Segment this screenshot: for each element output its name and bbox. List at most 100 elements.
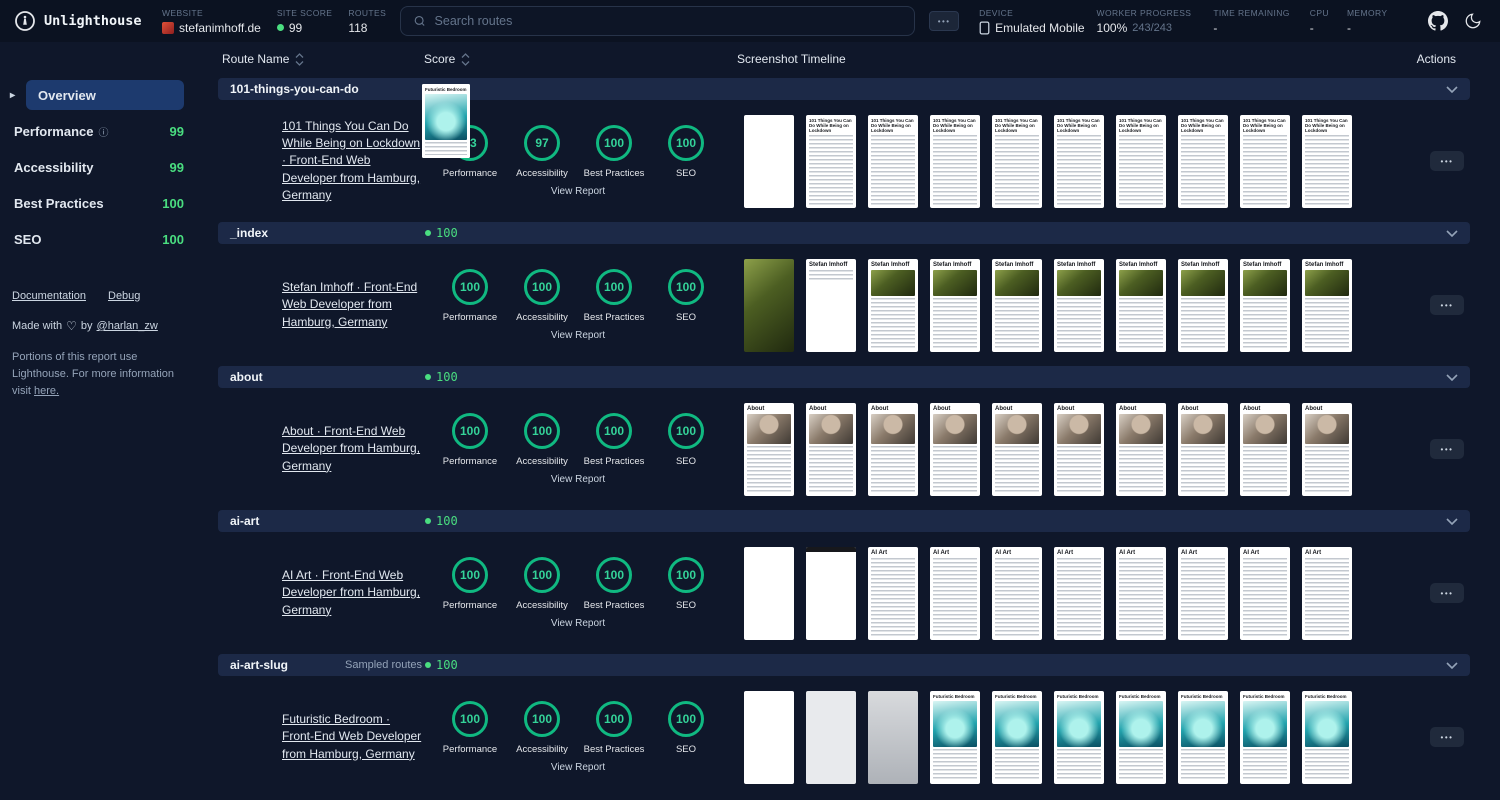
row-actions-button[interactable]: ••• [1430, 295, 1464, 315]
timeline-screenshot[interactable]: About [1116, 402, 1166, 496]
timeline-screenshot[interactable]: AI Art [930, 546, 980, 640]
route-group-header[interactable]: _index 100 [218, 222, 1470, 244]
github-icon[interactable] [1428, 11, 1448, 31]
route-group-header[interactable]: about 100 [218, 366, 1470, 388]
timeline-screenshot[interactable]: About [744, 402, 794, 496]
timeline-screenshot[interactable]: 101 Things You Can Do While Being on Loc… [1302, 114, 1352, 208]
author-link[interactable]: @harlan_zw [97, 320, 158, 332]
column-route-name[interactable]: Route Name [222, 52, 304, 66]
timeline-screenshot[interactable] [806, 546, 856, 640]
timeline-screenshot[interactable]: Futuristic Bedroom [1240, 690, 1290, 784]
route-title-link[interactable]: Futuristic Bedroom · Front-End Web Devel… [282, 711, 422, 763]
timeline-screenshot[interactable]: Stefan Imhoff [1178, 258, 1228, 352]
timeline-screenshot[interactable]: Futuristic Bedroom [1178, 690, 1228, 784]
timeline-screenshot[interactable] [744, 690, 794, 784]
timeline-screenshot[interactable]: About [806, 402, 856, 496]
timeline-screenshot[interactable]: AI Art [868, 546, 918, 640]
timeline-screenshot[interactable]: Stefan Imhoff [1240, 258, 1290, 352]
route-title-link[interactable]: 101 Things You Can Do While Being on Loc… [282, 118, 422, 205]
timeline-screenshot[interactable] [868, 690, 918, 784]
more-options-button[interactable]: ••• [929, 11, 960, 31]
sidebar-item-seo[interactable]: SEO 100 [0, 224, 184, 254]
row-actions-button[interactable]: ••• [1430, 727, 1464, 747]
documentation-link[interactable]: Documentation [12, 290, 86, 302]
search-box[interactable] [400, 6, 916, 36]
timeline-screenshot[interactable]: Stefan Imhoff [992, 258, 1042, 352]
route-group-header[interactable]: ai-art 100 [218, 510, 1470, 532]
chevron-down-icon[interactable] [1446, 86, 1458, 93]
timeline-screenshot[interactable] [806, 690, 856, 784]
timeline-screenshot[interactable]: About [1302, 402, 1352, 496]
info-icon[interactable]: ⓘ [98, 124, 108, 139]
route-group-header[interactable]: ai-art-slug Sampled routes 100 [218, 654, 1470, 676]
timeline-screenshot[interactable]: About [930, 402, 980, 496]
view-report-link[interactable]: View Report [551, 762, 605, 773]
timeline-screenshot[interactable]: AI Art [992, 546, 1042, 640]
timeline-screenshot[interactable]: 101 Things You Can Do While Being on Loc… [868, 114, 918, 208]
route-title-link[interactable]: About · Front-End Web Developer from Ham… [282, 423, 422, 475]
route-title-cell: About · Front-End Web Developer from Ham… [282, 423, 432, 475]
row-actions-button[interactable]: ••• [1430, 439, 1464, 459]
timeline-screenshot[interactable]: About [992, 402, 1042, 496]
timeline-screenshot[interactable] [744, 546, 794, 640]
sidebar-item-overview[interactable]: ▸ Overview [10, 80, 184, 110]
row-actions-button[interactable]: ••• [1430, 151, 1464, 171]
screenshot-thumbnail[interactable]: Futuristic Bedroom [422, 84, 470, 158]
timeline-screenshot[interactable]: 101 Things You Can Do While Being on Loc… [930, 114, 980, 208]
timeline-screenshot[interactable]: Futuristic Bedroom [1302, 690, 1352, 784]
app-logo[interactable]: Unlighthouse [14, 10, 150, 32]
timeline-screenshot[interactable]: Stefan Imhoff [930, 258, 980, 352]
timeline-screenshot[interactable]: AI Art [1054, 546, 1104, 640]
timeline-screenshot[interactable]: About [1054, 402, 1104, 496]
view-report-link[interactable]: View Report [551, 474, 605, 485]
timeline-screenshot[interactable]: 101 Things You Can Do While Being on Loc… [1178, 114, 1228, 208]
timeline-screenshot[interactable]: 101 Things You Can Do While Being on Loc… [1116, 114, 1166, 208]
timeline-screenshot[interactable] [744, 114, 794, 208]
timeline-screenshot[interactable]: About [1178, 402, 1228, 496]
dark-mode-moon-icon[interactable] [1464, 12, 1482, 30]
thumb-photo [1181, 414, 1225, 445]
timeline-screenshot[interactable]: Futuristic Bedroom [1054, 690, 1104, 784]
timeline-screenshot[interactable]: AI Art [1178, 546, 1228, 640]
view-report-link[interactable]: View Report [551, 186, 605, 197]
debug-link[interactable]: Debug [108, 290, 140, 302]
chevron-down-icon[interactable] [1446, 518, 1458, 525]
chevron-down-icon[interactable] [1446, 230, 1458, 237]
thumb-text-lines [995, 298, 1039, 349]
route-title-link[interactable]: AI Art · Front-End Web Developer from Ha… [282, 567, 422, 619]
timeline-screenshot[interactable]: 101 Things You Can Do While Being on Loc… [1054, 114, 1104, 208]
score-seo: 100 SEO [650, 557, 722, 611]
sidebar-item-performance[interactable]: Performance ⓘ 99 [0, 116, 184, 146]
chevron-down-icon[interactable] [1446, 374, 1458, 381]
thumb-heading: About [747, 405, 765, 412]
timeline-screenshot[interactable]: About [1240, 402, 1290, 496]
chevron-down-icon[interactable] [1446, 662, 1458, 669]
route-group-header[interactable]: 101-things-you-can-do 98 [218, 78, 1470, 100]
timeline-screenshot[interactable]: Stefan Imhoff [1054, 258, 1104, 352]
timeline-screenshot[interactable]: 101 Things You Can Do While Being on Loc… [806, 114, 856, 208]
timeline-screenshot[interactable]: Futuristic Bedroom [930, 690, 980, 784]
website-value[interactable]: stefanimhoff.de [179, 21, 261, 35]
timeline-screenshot[interactable]: AI Art [1302, 546, 1352, 640]
timeline-screenshot[interactable]: Futuristic Bedroom [992, 690, 1042, 784]
view-report-link[interactable]: View Report [551, 618, 605, 629]
disclaimer-here-link[interactable]: here. [34, 385, 59, 397]
view-report-link[interactable]: View Report [551, 330, 605, 341]
timeline-screenshot[interactable] [744, 258, 794, 352]
column-score[interactable]: Score [424, 52, 470, 66]
sidebar-item-best-practices[interactable]: Best Practices 100 [0, 188, 184, 218]
route-title-link[interactable]: Stefan Imhoff · Front-End Web Developer … [282, 279, 422, 331]
timeline-screenshot[interactable]: Stefan Imhoff [1116, 258, 1166, 352]
timeline-screenshot[interactable]: AI Art [1240, 546, 1290, 640]
timeline-screenshot[interactable]: Futuristic Bedroom [1116, 690, 1166, 784]
timeline-screenshot[interactable]: Stefan Imhoff [1302, 258, 1352, 352]
timeline-screenshot[interactable]: 101 Things You Can Do While Being on Loc… [992, 114, 1042, 208]
sidebar-item-accessibility[interactable]: Accessibility 99 [0, 152, 184, 182]
timeline-screenshot[interactable]: About [868, 402, 918, 496]
search-input[interactable] [434, 14, 903, 28]
timeline-screenshot[interactable]: Stefan Imhoff [868, 258, 918, 352]
timeline-screenshot[interactable]: 101 Things You Can Do While Being on Loc… [1240, 114, 1290, 208]
row-actions-button[interactable]: ••• [1430, 583, 1464, 603]
timeline-screenshot[interactable]: Stefan Imhoff [806, 258, 856, 352]
timeline-screenshot[interactable]: AI Art [1116, 546, 1166, 640]
